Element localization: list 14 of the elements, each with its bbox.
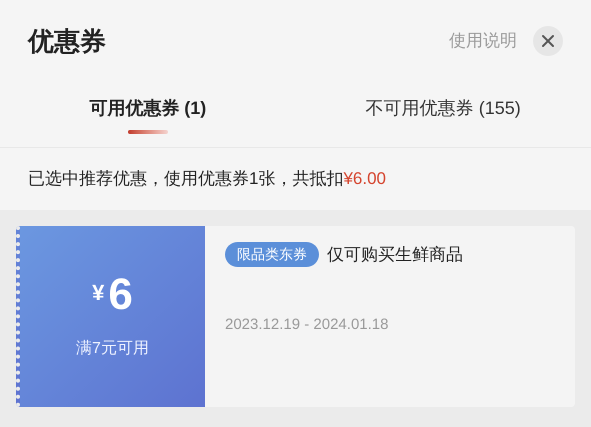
close-icon	[541, 34, 555, 48]
coupon-description: 仅可购买生鲜商品	[327, 244, 463, 266]
coupon-tab[interactable]: 可用优惠券 (1)	[0, 66, 296, 147]
discount-amount: ¥6.00	[343, 168, 386, 190]
usage-condition: 满7元可用	[76, 338, 149, 358]
coupon-card[interactable]: ¥6 满7元可用 限品类东券 仅可购买生鲜商品 2023.12.19 - 2024.01.18	[16, 226, 575, 407]
validity-period: 2023.12.19 - 2024.01.18	[225, 314, 390, 334]
coupon-tab[interactable]: 不可用优惠券 (155)	[296, 66, 591, 147]
category-tag: 限品类东券	[225, 242, 319, 268]
summary-text: 已选中推荐优惠，使用优惠券1张，共抵扣	[28, 168, 344, 190]
close-button[interactable]	[533, 26, 563, 56]
coupon-value: 6	[108, 272, 133, 316]
currency-symbol: ¥	[92, 278, 104, 306]
sheet-title: 优惠券	[28, 24, 106, 58]
